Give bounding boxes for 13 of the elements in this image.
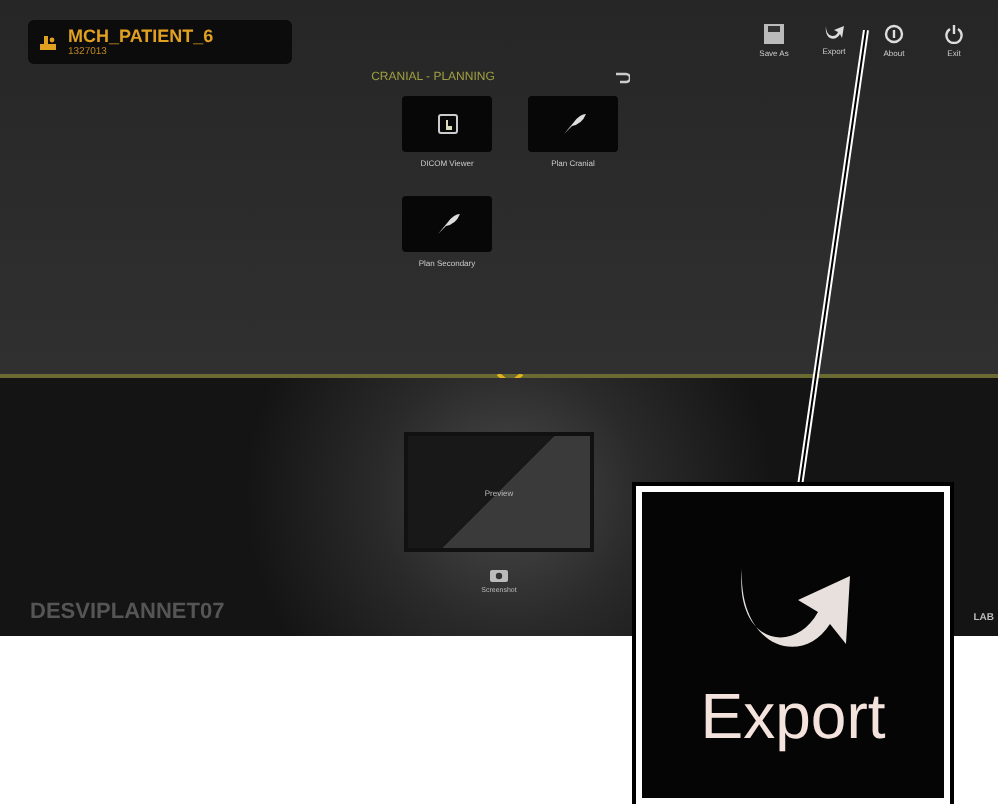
floppy-icon bbox=[764, 24, 784, 44]
camera-icon bbox=[490, 568, 508, 582]
station-name: DESVIPLANNET07 bbox=[30, 600, 225, 624]
patient-name: MCH_PATIENT_6 bbox=[68, 26, 214, 46]
curved-arrow-icon bbox=[824, 24, 844, 42]
undo-icon[interactable] bbox=[614, 72, 631, 84]
power-icon bbox=[944, 24, 964, 44]
feather-icon bbox=[435, 214, 459, 234]
hand-icon bbox=[437, 114, 457, 134]
feather-icon bbox=[561, 114, 585, 134]
callout-label: Export bbox=[700, 680, 886, 754]
patient-icon bbox=[40, 34, 56, 50]
info-icon bbox=[884, 24, 904, 44]
